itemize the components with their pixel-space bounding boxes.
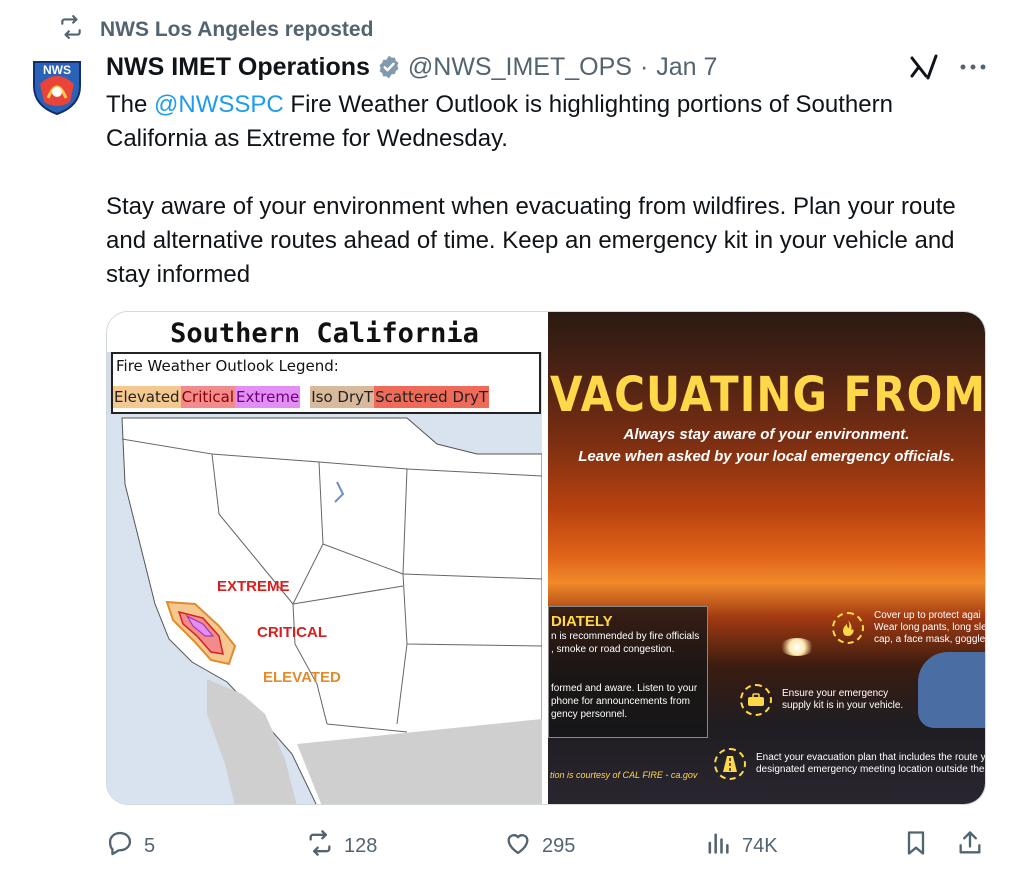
repost-header[interactable]: NWS Los Angeles reposted [58,14,373,46]
wildfire-box-heading: DIATELY [551,613,613,630]
map-label-critical: CRITICAL [257,624,327,641]
share-icon [956,829,984,863]
wildfire-box-line-1: n is recommended by fire officials [551,631,700,642]
tweet-actions: 5 128 295 74K [106,826,986,866]
wildfire-tip-cover-up: Cover up to protect agai Wear long pants… [832,610,985,646]
reply-count: 5 [144,834,156,857]
legend-title: Fire Weather Outlook Legend: [116,357,339,375]
map-title: Southern California [107,312,542,352]
avatar-text: NWS [43,63,71,77]
road-icon [714,748,746,780]
repost-icon [58,14,84,46]
wildfire-box-line-5: gency personnel. [551,709,628,720]
like-button[interactable]: 295 [504,826,575,866]
fire-outlook-map-graphic [107,414,542,804]
map-legend: Fire Weather Outlook Legend: Elevated Cr… [111,352,541,414]
avatar[interactable]: NWS [24,52,90,118]
legend-critical: Critical [180,386,236,408]
wildfire-tip2-line-2: supply kit is in your vehicle. [782,700,904,711]
tweet-header: NWS IMET Operations @NWS_IMET_OPS · Jan … [106,50,717,84]
wildfire-subtitle-1: Always stay aware of your environment. [623,426,910,443]
nws-logo-icon: NWS [33,61,81,116]
wildfire-tip1-line-3: cap, a face mask, goggle [874,634,985,645]
header-separator: · [639,52,649,81]
wildfire-box-line-2: , smoke or road congestion. [551,644,675,655]
car-image [918,652,985,728]
legend-extreme: Extreme [235,386,301,408]
wildfire-tip3-line-2: designated emergency meeting location ou… [756,764,985,775]
wildfire-box-line-3: formed and aware. Listen to your [551,683,698,694]
legend-elevated: Elevated [113,386,181,408]
legend-iso-dryt: Iso DryT [310,386,375,408]
tweet-text-prefix: The [106,91,155,118]
reply-icon [106,829,134,863]
wildfire-tip-evacuation-plan: Enact your evacuation plan that includes… [714,748,985,780]
wildfire-subtitle-2: Leave when asked by your local emergency… [578,448,955,465]
repost-button[interactable]: 128 [306,826,377,866]
repost-icon [306,829,334,863]
wildfire-credit: tion is courtesy of CAL FIRE - ca.gov [550,770,698,780]
wildfire-tip3-line-1: Enact your evacuation plan that includes… [756,752,985,763]
verified-badge-icon[interactable] [376,54,402,80]
wildfire-tip1-line-1: Cover up to protect agai [874,610,981,621]
repost-count: 128 [344,834,378,857]
more-options-icon[interactable] [956,52,990,82]
repost-label: NWS Los Angeles reposted [100,18,374,41]
bookmark-icon [902,829,930,863]
views-count: 74K [742,834,778,857]
tweet-text: The @NWSSPC Fire Weather Outlook is high… [106,88,986,292]
views-button[interactable]: 74K [704,826,778,866]
tweet-date[interactable]: Jan 7 [656,53,717,82]
wildfire-tip2-line-1: Ensure your emergency [782,688,889,699]
wildfire-evacuation-image[interactable]: VACUATING FROM WILDFIRE Always stay awar… [548,312,985,804]
emergency-kit-icon [740,684,772,716]
wildfire-tip-emergency-kit: Ensure your emergency supply kit is in y… [740,684,903,716]
wildfire-tip1-line-2: Wear long pants, long sle [874,622,985,633]
flame-icon [832,612,864,644]
tweet-paragraph-2: Stay aware of your environment when evac… [106,193,956,288]
grok-icon[interactable] [906,52,940,82]
fire-outlook-map-image[interactable]: Southern California Fire Weather Outlook… [107,312,542,804]
map-label-elevated: ELEVATED [263,669,341,686]
tweet-paragraph-1: The @NWSSPC Fire Weather Outlook is high… [106,88,986,156]
mention-link[interactable]: @NWSSPC [154,91,284,118]
legend-scattered-dryt: Scattered DryT [374,386,490,408]
like-count: 295 [542,834,576,857]
views-icon [704,829,732,863]
author-name[interactable]: NWS IMET Operations [106,53,370,82]
author-handle[interactable]: @NWS_IMET_OPS [408,53,632,82]
wildfire-info-box: DIATELY n is recommended by fire officia… [548,606,708,738]
map-label-extreme: EXTREME [217,578,290,595]
wildfire-box-line-4: phone for announcements from [551,696,690,707]
wildfire-title: VACUATING FROM WILDFIRE [550,366,985,423]
headlight-glow [780,638,814,656]
like-icon [504,829,532,863]
bookmark-button[interactable] [902,826,930,866]
share-button[interactable] [956,826,984,866]
reply-button[interactable]: 5 [106,826,155,866]
tweet-media[interactable]: Southern California Fire Weather Outlook… [106,311,986,805]
